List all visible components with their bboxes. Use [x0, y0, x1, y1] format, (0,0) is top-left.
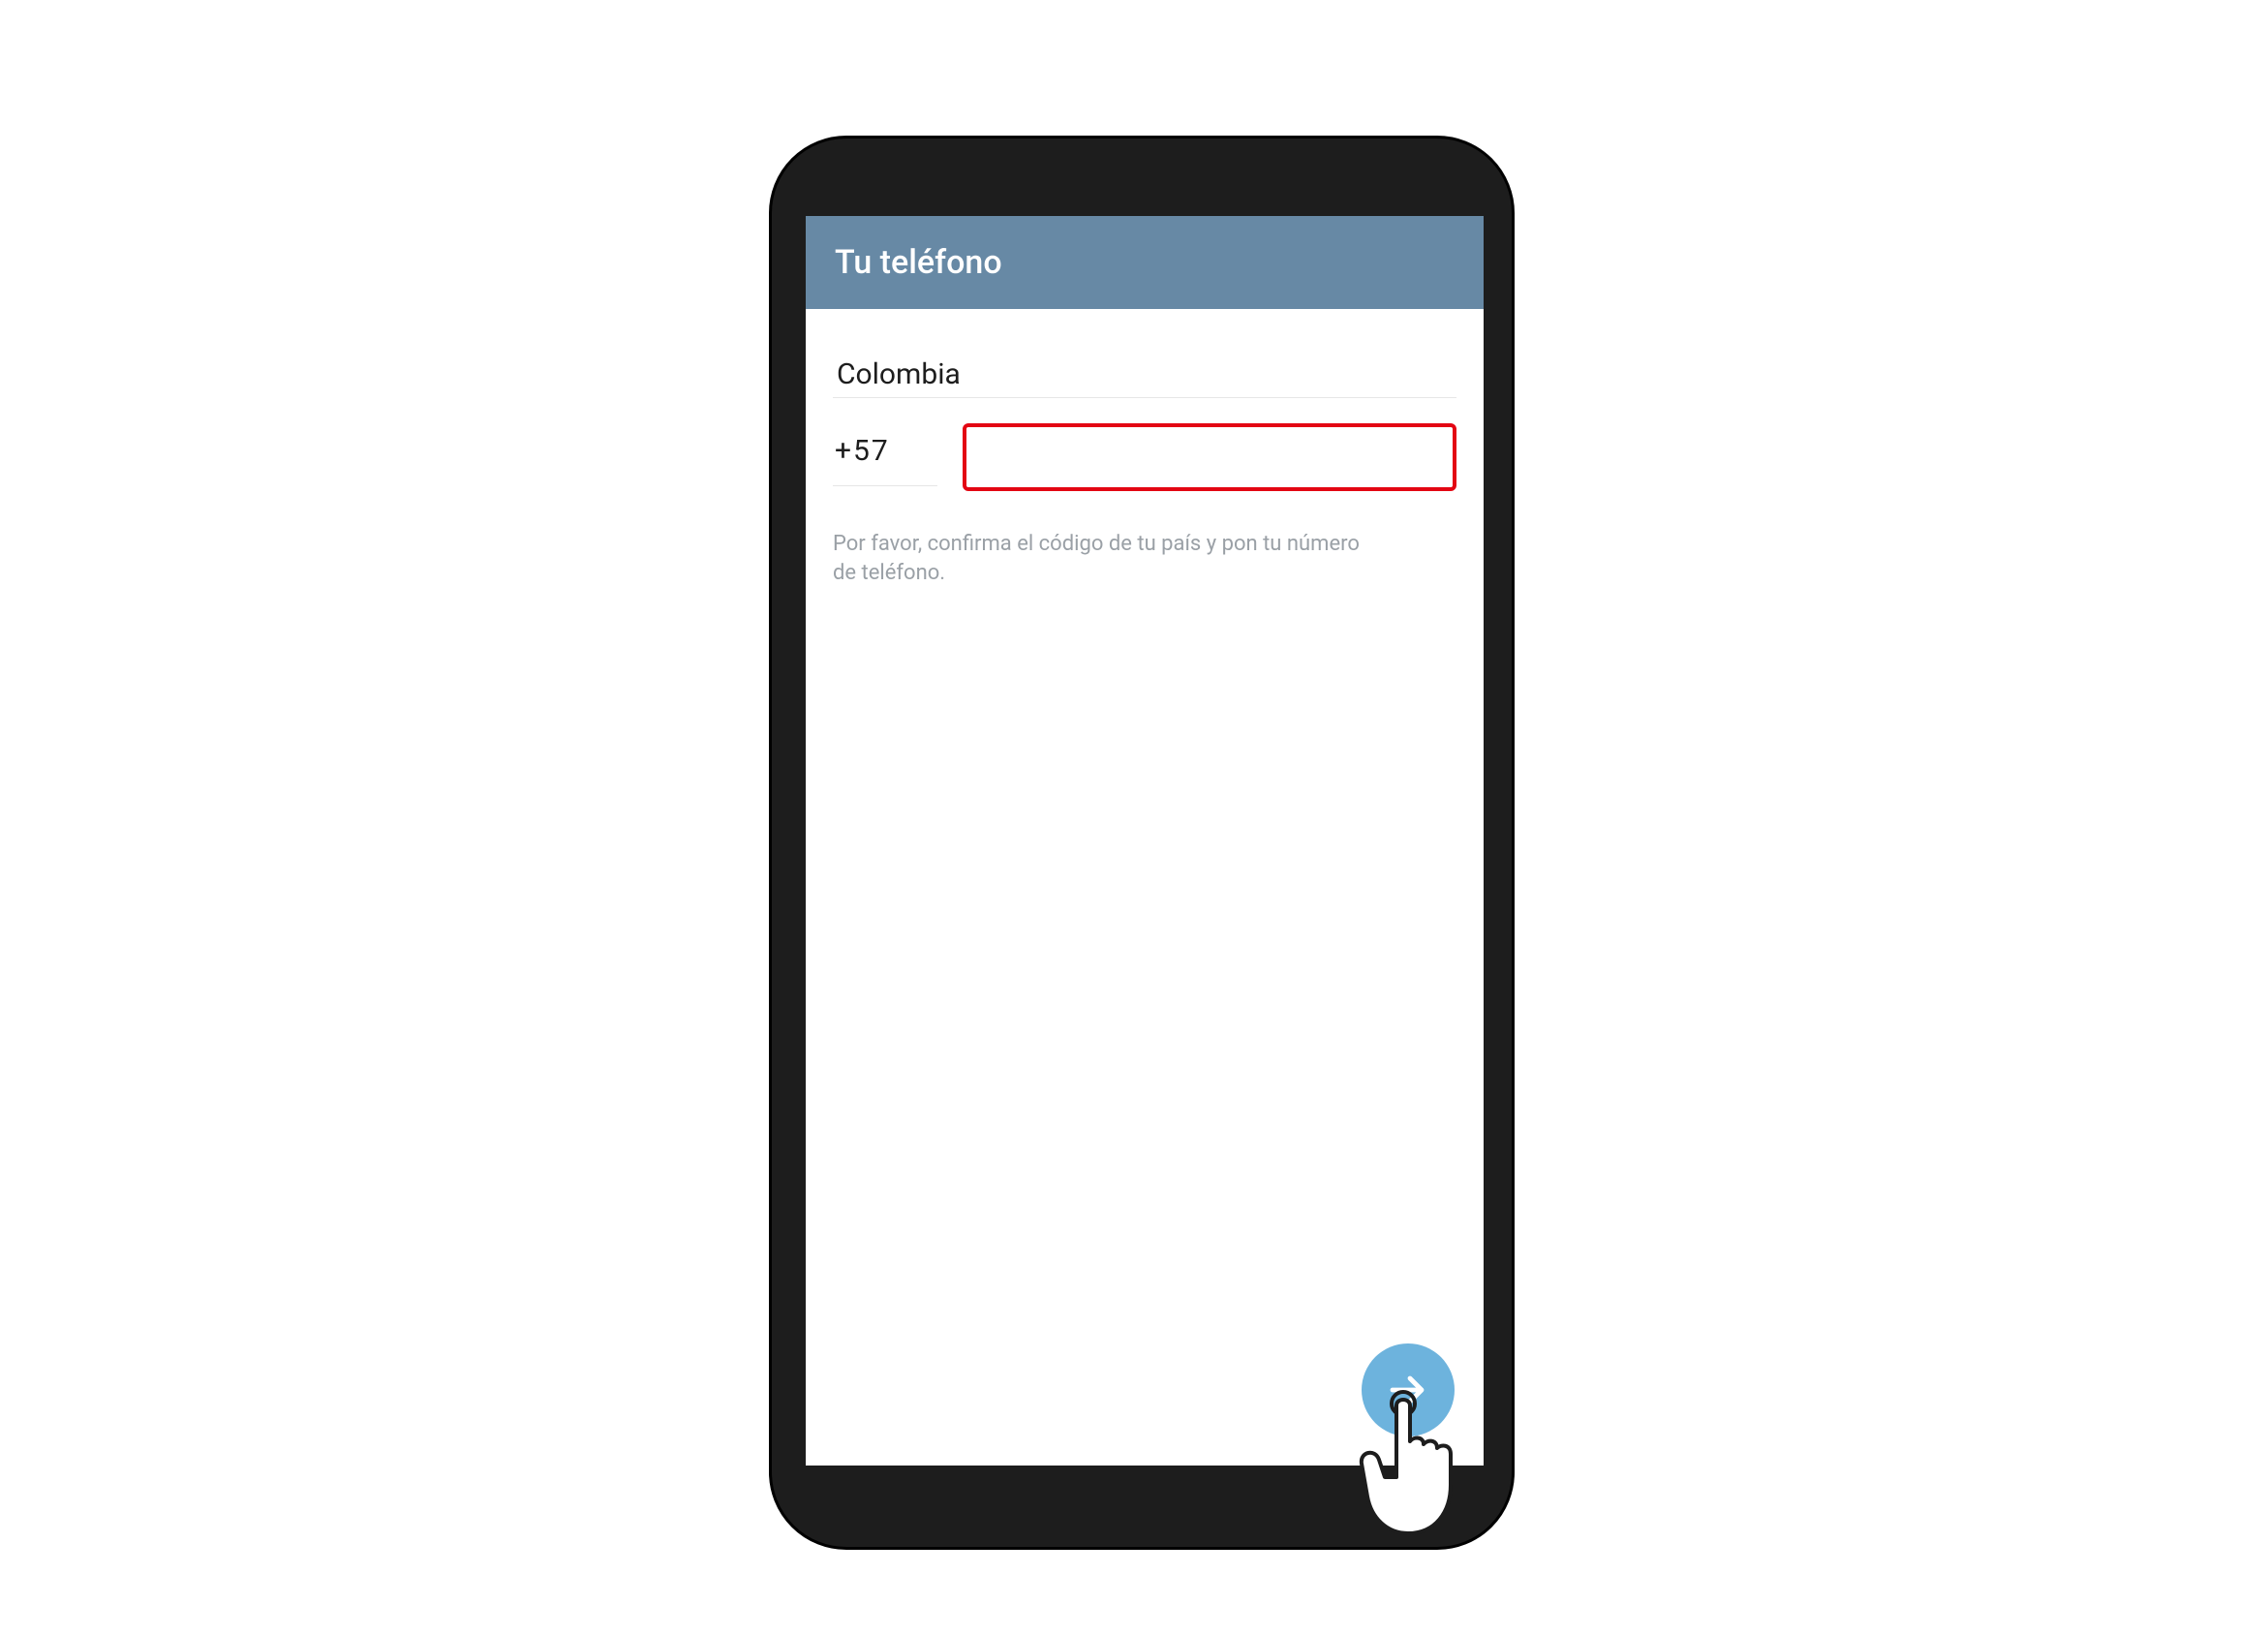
country-code-field[interactable]: +57 [833, 428, 937, 486]
content-area: Colombia +57 Por favor, confirma el códi… [806, 309, 1484, 1466]
arrow-right-icon [1385, 1367, 1431, 1413]
country-name: Colombia [837, 357, 961, 391]
phone-input-row: +57 [833, 423, 1456, 491]
phone-number-input[interactable] [966, 427, 1453, 487]
helper-text: Por favor, confirma el código de tu país… [833, 530, 1375, 587]
header-title: Tu teléfono [835, 243, 1002, 282]
country-selector[interactable]: Colombia [833, 357, 1456, 398]
phone-number-highlight [963, 423, 1456, 491]
phone-screen: Tu teléfono Colombia +57 Por favor, conf… [806, 216, 1484, 1466]
app-header: Tu teléfono [806, 216, 1484, 309]
phone-device-frame: Tu teléfono Colombia +57 Por favor, conf… [769, 136, 1515, 1550]
next-button[interactable] [1362, 1343, 1455, 1436]
